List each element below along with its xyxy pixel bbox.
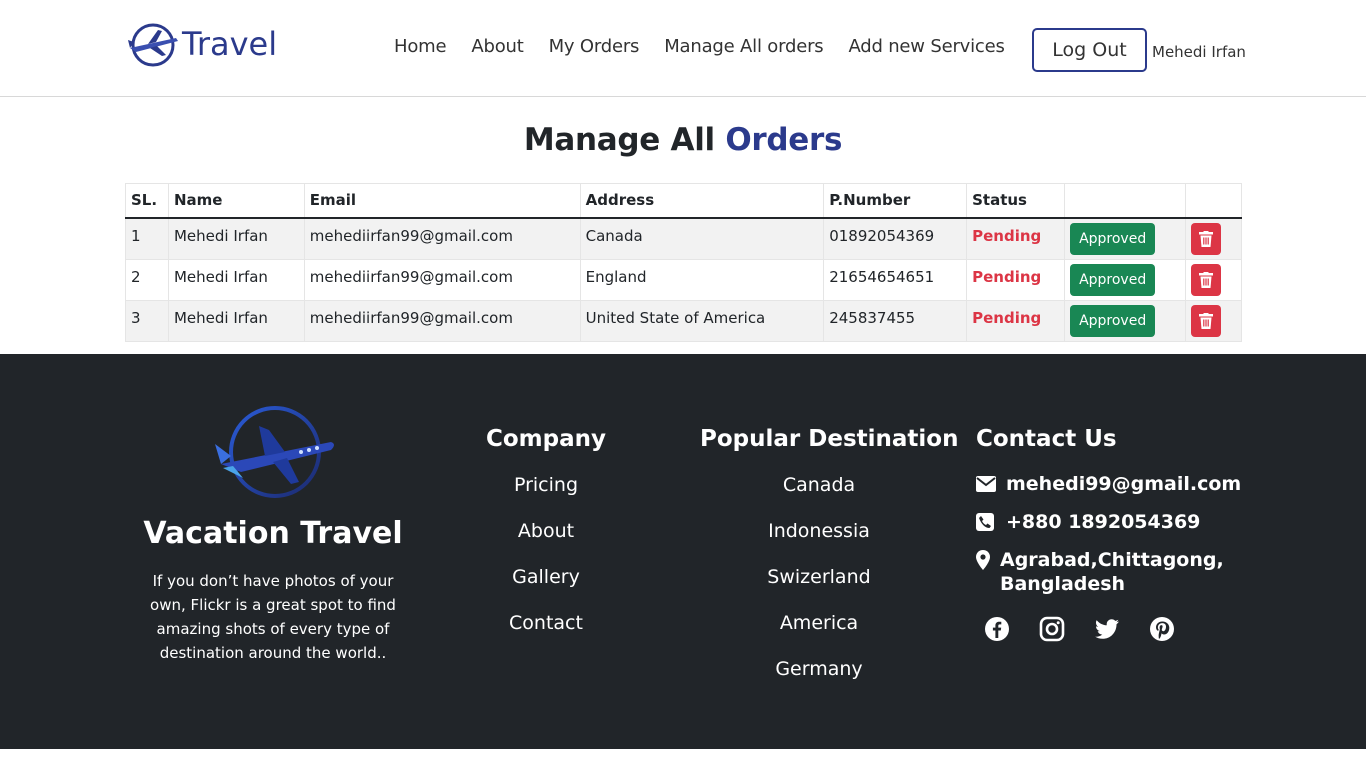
navbar: Travel Home About My Orders Manage All o…: [0, 0, 1366, 97]
header-address: Address: [579, 183, 825, 219]
delete-button[interactable]: [1190, 304, 1221, 337]
footer: Vacation Travel If you don’t have photos…: [0, 354, 1366, 749]
cell-phone: 21654654651: [823, 258, 968, 301]
destination-link-germany[interactable]: Germany: [700, 656, 938, 702]
trash-icon: [1198, 271, 1213, 288]
header-name: Name: [167, 183, 305, 219]
company-heading: Company: [486, 426, 606, 452]
table-row: 3 Mehedi Irfan mehediirfan99@gmail.com U…: [125, 299, 1243, 342]
cell-approve: Approved: [1064, 299, 1186, 342]
cell-address: United State of America: [579, 299, 825, 342]
trash-icon: [1198, 230, 1213, 247]
contact-phone: +880 1892054369: [976, 510, 1236, 534]
cell-phone: 245837455: [823, 299, 968, 342]
page-title: Manage All Orders: [0, 122, 1366, 158]
footer-contact: Contact Us mehedi99@gmail.com +880 18920…: [976, 426, 1241, 642]
destination-link-indonessia[interactable]: Indonessia: [700, 518, 938, 564]
destination-link-canada[interactable]: Canada: [700, 472, 938, 518]
nav-manage-all-orders[interactable]: Manage All orders: [664, 36, 823, 57]
company-link-contact[interactable]: Contact: [470, 610, 622, 656]
airplane-logo-icon: [215, 406, 334, 498]
cell-name: Mehedi Irfan: [167, 299, 305, 342]
table-row: 1 Mehedi Irfan mehediirfan99@gmail.com C…: [125, 217, 1243, 260]
company-link-about[interactable]: About: [470, 518, 622, 564]
delete-button[interactable]: [1190, 222, 1221, 255]
cell-delete: [1184, 299, 1243, 342]
nav-about[interactable]: About: [471, 36, 523, 57]
delete-button[interactable]: [1190, 263, 1221, 296]
footer-destinations: Popular Destination Canada Indonessia Sw…: [700, 426, 959, 702]
nav-links: Home About My Orders Manage All orders A…: [394, 36, 1030, 57]
cell-sl: 2: [125, 258, 169, 301]
orders-table: SL. Name Email Address P.Number Status 1…: [125, 183, 1243, 342]
airplane-logo-icon: [128, 23, 178, 67]
header-email: Email: [303, 183, 581, 219]
facebook-icon[interactable]: [984, 616, 1010, 642]
cell-email: mehediirfan99@gmail.com: [303, 299, 581, 342]
location-pin-icon: [976, 548, 992, 572]
footer-company: Company Pricing About Gallery Contact: [470, 426, 622, 656]
nav-my-orders[interactable]: My Orders: [549, 36, 640, 57]
company-link-gallery[interactable]: Gallery: [470, 564, 622, 610]
header-phone: P.Number: [823, 183, 968, 219]
brand-link[interactable]: Travel: [126, 20, 277, 68]
contact-address: Agrabad,Chittagong, Bangladesh: [976, 548, 1236, 596]
contact-email-text: mehedi99@gmail.com: [1006, 473, 1242, 495]
cell-address: Canada: [579, 217, 825, 260]
contact-phone-text: +880 1892054369: [1006, 511, 1201, 533]
approved-button[interactable]: Approved: [1070, 263, 1156, 296]
cell-sl: 3: [125, 299, 169, 342]
logout-button[interactable]: Log Out: [1032, 28, 1147, 72]
destinations-heading: Popular Destination: [700, 426, 959, 452]
cell-status: Pending: [966, 217, 1066, 260]
page-title-accent: Orders: [725, 122, 843, 158]
instagram-icon[interactable]: [1039, 616, 1065, 642]
twitter-icon[interactable]: [1094, 616, 1120, 642]
header-sl: SL.: [125, 183, 169, 219]
header-approve: [1064, 183, 1186, 219]
header-status: Status: [966, 183, 1066, 219]
cell-delete: [1184, 217, 1243, 260]
table-row: 2 Mehedi Irfan mehediirfan99@gmail.com E…: [125, 258, 1243, 301]
social-links: [984, 616, 1236, 642]
header-delete: [1184, 183, 1243, 219]
cell-approve: Approved: [1064, 217, 1186, 260]
cell-name: Mehedi Irfan: [167, 258, 305, 301]
cell-delete: [1184, 258, 1243, 301]
footer-description: If you don’t have photos of your own, Fl…: [150, 572, 396, 662]
destination-link-america[interactable]: America: [700, 610, 938, 656]
pinterest-icon[interactable]: [1149, 616, 1175, 642]
destination-link-swizerland[interactable]: Swizerland: [700, 564, 938, 610]
page-title-main: Manage All: [523, 122, 715, 158]
cell-email: mehediirfan99@gmail.com: [303, 217, 581, 260]
cell-status: Pending: [966, 258, 1066, 301]
footer-brand-title: Vacation Travel: [143, 516, 403, 551]
table-header-row: SL. Name Email Address P.Number Status: [125, 183, 1243, 219]
approved-button[interactable]: Approved: [1070, 304, 1156, 337]
contact-email: mehedi99@gmail.com: [976, 472, 1241, 496]
company-link-pricing[interactable]: Pricing: [470, 472, 622, 518]
cell-email: mehediirfan99@gmail.com: [303, 258, 581, 301]
envelope-icon: [976, 472, 998, 496]
cell-phone: 01892054369: [823, 217, 968, 260]
cell-sl: 1: [125, 217, 169, 260]
nav-home[interactable]: Home: [394, 36, 447, 57]
contact-heading: Contact Us: [976, 426, 1117, 452]
user-name: Mehedi Irfan: [1152, 43, 1246, 61]
cell-name: Mehedi Irfan: [167, 217, 305, 260]
cell-status: Pending: [966, 299, 1066, 342]
trash-icon: [1198, 312, 1213, 329]
cell-address: England: [579, 258, 825, 301]
nav-add-new-services[interactable]: Add new Services: [848, 36, 1004, 57]
brand-name: Travel: [182, 25, 278, 63]
contact-address-text: Agrabad,Chittagong, Bangladesh: [1000, 549, 1224, 595]
cell-approve: Approved: [1064, 258, 1186, 301]
phone-icon: [976, 510, 998, 534]
approved-button[interactable]: Approved: [1070, 222, 1156, 255]
